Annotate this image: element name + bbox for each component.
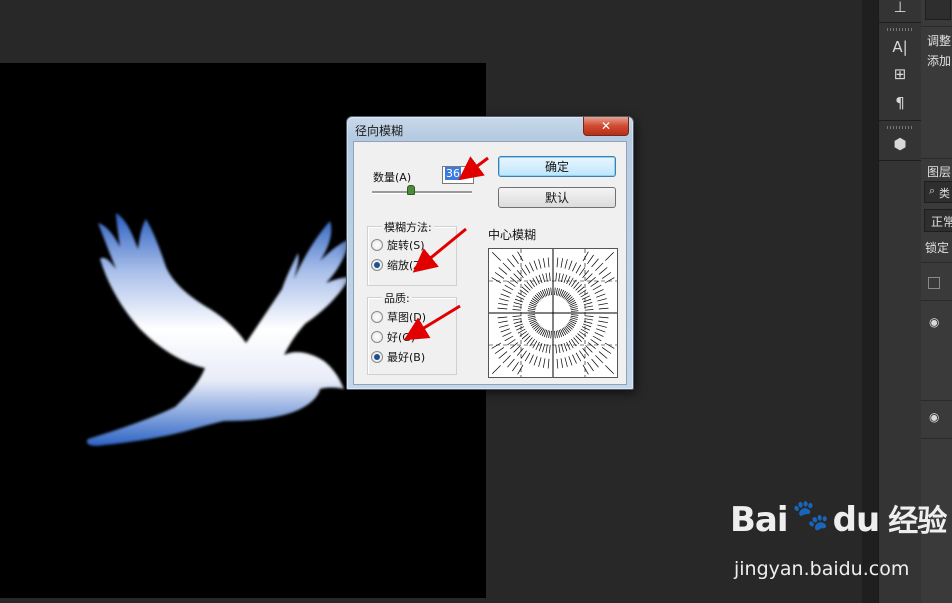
panel-header-box: [925, 0, 951, 20]
toolstrip-divider: [879, 160, 921, 161]
amount-slider-thumb[interactable]: [407, 185, 415, 195]
close-button[interactable]: ✕: [583, 117, 629, 136]
toolstrip-divider: [879, 120, 921, 121]
quality-good-radio[interactable]: [371, 331, 383, 343]
method-zoom-radio[interactable]: [371, 259, 383, 271]
blur-center-preview[interactable]: [488, 248, 618, 378]
adjustments-add-label: 添加: [927, 54, 952, 68]
amount-label: 数量(A): [373, 171, 412, 184]
blur-method-label: 模糊方法:: [382, 219, 434, 235]
adjustments-tab[interactable]: 调整: [927, 32, 951, 49]
paragraph-icon[interactable]: ¶: [887, 92, 913, 114]
quality-draft-label[interactable]: 草图(D): [387, 309, 426, 325]
method-spin-label[interactable]: 旋转(S): [387, 237, 425, 253]
method-spin-radio[interactable]: [371, 239, 383, 251]
panel-divider: [921, 158, 952, 159]
close-icon: ✕: [600, 119, 612, 133]
amount-input[interactable]: 36: [442, 166, 474, 184]
layer-row-divider: [921, 300, 952, 301]
toolstrip-divider: [879, 22, 921, 23]
quality-label: 品质:: [382, 290, 412, 306]
blend-mode-value: 正常: [931, 215, 952, 229]
baidu-watermark: Bai 🐾 du 经验 jingyan.baidu.com: [730, 496, 947, 580]
dialog-title: 径向模糊: [355, 124, 404, 138]
layer-visibility-eye-icon[interactable]: ◉: [929, 410, 939, 424]
lock-label: 锁定: [925, 241, 950, 255]
type-character-icon[interactable]: A|: [887, 36, 913, 58]
quality-draft-radio[interactable]: [371, 311, 383, 323]
watermark-url: jingyan.baidu.com: [734, 558, 910, 580]
amount-value: 36: [445, 167, 461, 180]
quality-best-radio[interactable]: [371, 351, 383, 363]
toolstrip-grip[interactable]: [887, 126, 913, 129]
layer-row-divider: [921, 438, 952, 439]
layer-filter-kind: 类: [939, 187, 950, 200]
search-icon: ⌕: [929, 184, 936, 197]
layer-row-divider: [921, 400, 952, 401]
blend-mode-select[interactable]: 正常: [924, 209, 952, 232]
paragraph-styles-icon[interactable]: ⊞: [887, 63, 913, 85]
stamp-icon[interactable]: ⊥: [887, 0, 913, 18]
lock-checkbox[interactable]: [928, 277, 940, 289]
toolstrip-grip[interactable]: [887, 28, 913, 31]
paw-icon: 🐾: [792, 498, 830, 533]
blur-center-label: 中心模糊: [488, 228, 537, 242]
quality-good-label[interactable]: 好(G): [387, 329, 415, 345]
layers-tab[interactable]: 图层: [927, 163, 951, 180]
blur-center-pattern: [489, 249, 617, 377]
3d-cube-icon[interactable]: ⬢: [887, 133, 913, 155]
watermark-logo: Bai: [730, 500, 789, 540]
radial-blur-dialog: 径向模糊 ✕ 数量(A) 36 确定 默认 模糊方法: 旋转(S) 缩放(Z) …: [346, 116, 634, 390]
ok-button[interactable]: 确定: [498, 156, 616, 177]
watermark-brand: 经验: [888, 504, 947, 539]
watermark-logo-suffix: du: [832, 500, 881, 540]
panel-divider: [921, 26, 952, 27]
blur-method-group: [367, 226, 457, 286]
layer-filter-box[interactable]: ⌕ 类: [924, 181, 952, 203]
amount-slider-track[interactable]: [372, 191, 472, 194]
layer-visibility-eye-icon[interactable]: ◉: [929, 315, 939, 329]
panel-divider: [921, 262, 952, 263]
dialog-body: 数量(A) 36 确定 默认 模糊方法: 旋转(S) 缩放(Z) 品质: 草图(…: [353, 141, 627, 385]
quality-best-label[interactable]: 最好(B): [387, 349, 425, 365]
reset-button[interactable]: 默认: [498, 187, 616, 208]
method-zoom-label[interactable]: 缩放(Z): [387, 257, 425, 273]
